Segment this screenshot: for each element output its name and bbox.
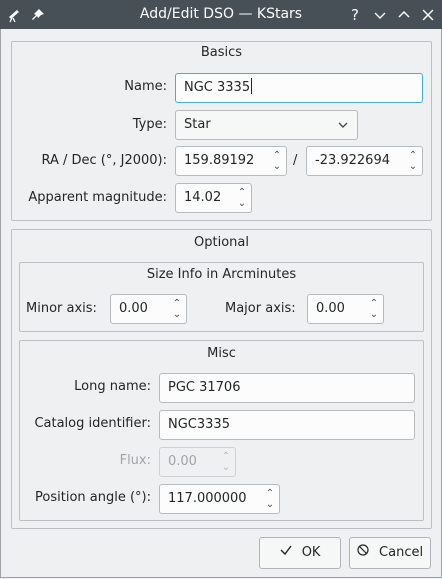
- spin-down-icon[interactable]: ⌄: [406, 161, 420, 172]
- catalog-identifier-label: Catalog identifier:: [34, 416, 151, 431]
- flux-value: 0.00: [168, 454, 197, 469]
- ra-dec-separator: /: [293, 153, 298, 168]
- dec-value: -23.922694: [315, 153, 390, 168]
- spin-up-icon[interactable]: ⌃: [270, 150, 284, 161]
- cancel-icon: [357, 544, 373, 560]
- minimize-icon[interactable]: [372, 7, 388, 23]
- chevron-down-icon: [337, 111, 349, 149]
- minor-axis-spinbox[interactable]: 0.00 ⌃ ⌄: [110, 294, 187, 324]
- checkmark-icon: [280, 545, 296, 560]
- close-icon[interactable]: [420, 7, 436, 23]
- size-info-title: Size Info in Arcminutes: [146, 267, 297, 282]
- dec-stepper[interactable]: ⌃ ⌄: [406, 150, 420, 172]
- position-angle-label: Position angle (°):: [35, 490, 151, 505]
- basics-group-title: Basics: [200, 45, 243, 60]
- catalog-identifier-value: NGC3335: [168, 417, 230, 432]
- misc-group-title: Misc: [207, 346, 236, 361]
- spin-up-icon[interactable]: ⌃: [219, 451, 233, 462]
- spin-up-icon[interactable]: ⌃: [235, 187, 249, 198]
- long-name-label: Long name:: [74, 379, 151, 394]
- position-angle-spinbox[interactable]: 117.000000 ⌃ ⌄: [159, 484, 280, 514]
- position-angle-value: 117.000000: [168, 491, 247, 506]
- spin-down-icon[interactable]: ⌄: [219, 462, 233, 473]
- long-name-input[interactable]: PGC 31706: [159, 373, 415, 403]
- magnitude-stepper[interactable]: ⌃ ⌄: [235, 187, 249, 209]
- position-angle-stepper[interactable]: ⌃ ⌄: [263, 488, 277, 510]
- apparent-magnitude-label: Apparent magnitude:: [28, 190, 167, 205]
- title-bar[interactable]: Add/Edit DSO — KStars ?: [0, 0, 442, 29]
- major-axis-stepper[interactable]: ⌃ ⌄: [367, 298, 381, 320]
- type-label: Type:: [132, 117, 167, 132]
- flux-stepper[interactable]: ⌃ ⌄: [219, 451, 233, 473]
- apparent-magnitude-spinbox[interactable]: 14.02 ⌃ ⌄: [175, 183, 252, 213]
- text-cursor: [251, 78, 253, 94]
- ra-value: 159.89192: [184, 153, 255, 168]
- ra-spinbox[interactable]: 159.89192 ⌃ ⌄: [175, 146, 287, 176]
- spin-down-icon[interactable]: ⌄: [367, 309, 381, 320]
- long-name-value: PGC 31706: [168, 380, 241, 395]
- cancel-button-label: Cancel: [379, 545, 424, 560]
- spin-up-icon[interactable]: ⌃: [170, 298, 184, 309]
- cancel-button[interactable]: Cancel: [349, 537, 431, 569]
- spin-down-icon[interactable]: ⌄: [263, 499, 277, 510]
- major-axis-spinbox[interactable]: 0.00 ⌃ ⌄: [307, 294, 384, 324]
- ra-stepper[interactable]: ⌃ ⌄: [270, 150, 284, 172]
- spin-up-icon[interactable]: ⌃: [367, 298, 381, 309]
- minor-axis-stepper[interactable]: ⌃ ⌄: [170, 298, 184, 320]
- ok-button[interactable]: OK: [259, 537, 341, 569]
- help-icon[interactable]: ?: [347, 7, 363, 23]
- ok-button-label: OK: [301, 545, 321, 560]
- maximize-icon[interactable]: [396, 7, 412, 23]
- major-axis-label: Major axis:: [225, 301, 296, 316]
- name-label: Name:: [124, 79, 167, 94]
- optional-group-title: Optional: [194, 235, 249, 250]
- ra-dec-label: RA / Dec (°, J2000):: [41, 153, 167, 168]
- dec-spinbox[interactable]: -23.922694 ⌃ ⌄: [306, 146, 423, 176]
- minor-axis-label: Minor axis:: [26, 301, 97, 316]
- type-dropdown-value: Star: [184, 117, 211, 132]
- spin-down-icon[interactable]: ⌄: [235, 198, 249, 209]
- spin-down-icon[interactable]: ⌄: [170, 309, 184, 320]
- flux-label: Flux:: [119, 453, 151, 468]
- apparent-magnitude-value: 14.02: [184, 190, 222, 205]
- spin-down-icon[interactable]: ⌄: [270, 161, 284, 172]
- spin-up-icon[interactable]: ⌃: [406, 150, 420, 161]
- name-input[interactable]: NGC 3335: [175, 73, 423, 103]
- spin-up-icon[interactable]: ⌃: [263, 488, 277, 499]
- name-input-value: NGC 3335: [184, 80, 251, 95]
- catalog-identifier-input[interactable]: NGC3335: [159, 410, 415, 440]
- type-dropdown[interactable]: Star: [175, 110, 358, 140]
- minor-axis-value: 0.00: [119, 301, 148, 316]
- flux-spinbox[interactable]: 0.00 ⌃ ⌄: [159, 447, 236, 477]
- major-axis-value: 0.00: [316, 301, 345, 316]
